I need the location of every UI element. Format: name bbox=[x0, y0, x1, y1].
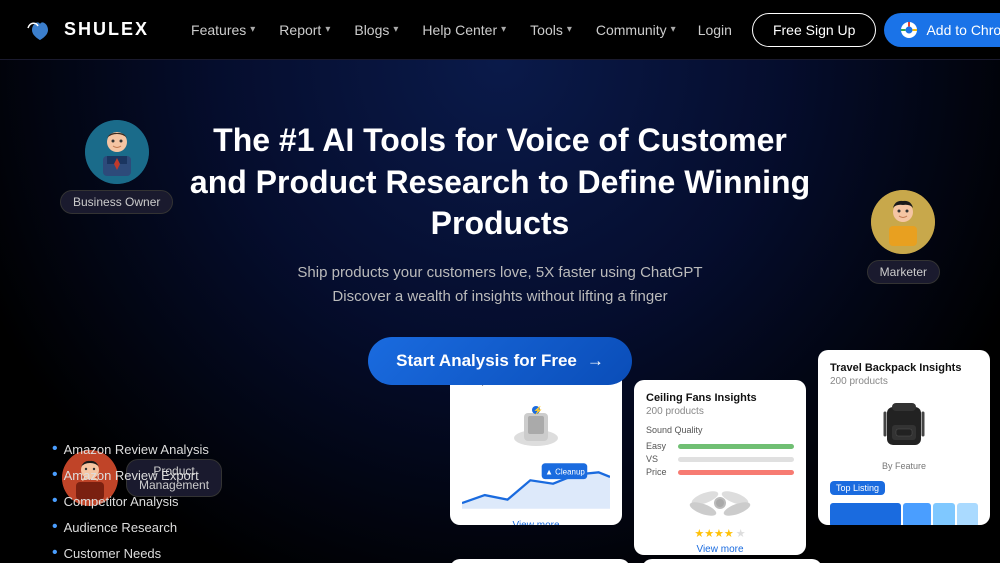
ceiling-fan-img bbox=[685, 483, 755, 523]
chevron-down-icon: ▾ bbox=[671, 24, 676, 35]
bullet-icon: • bbox=[52, 466, 58, 484]
neutral-bar bbox=[678, 457, 794, 462]
feature-item: • Audience Research bbox=[52, 518, 209, 536]
empty-card-slot bbox=[834, 559, 990, 563]
travel-backpack-card[interactable]: Travel Backpack Insights 200 products By… bbox=[818, 350, 990, 525]
feature-item: • Amazon Review Analysis bbox=[52, 440, 209, 458]
logo-text: SHULEX bbox=[64, 19, 149, 40]
feature-blocks-chart bbox=[830, 503, 978, 525]
chevron-down-icon: ▾ bbox=[250, 24, 255, 35]
feature-item: • Amazon Review Export bbox=[52, 466, 209, 484]
business-owner-label: Business Owner bbox=[60, 190, 173, 214]
backpack-img bbox=[879, 395, 929, 450]
sound-quality-label: Sound Quality bbox=[646, 425, 703, 435]
marketer-avatar: Marketer bbox=[867, 190, 940, 284]
chevron-down-icon: ▾ bbox=[393, 24, 398, 35]
green-bar bbox=[678, 444, 794, 449]
svg-text:▲ Cleanup: ▲ Cleanup bbox=[545, 468, 585, 477]
feature-item: • Competitor Analysis bbox=[52, 492, 209, 510]
chevron-down-icon: ▾ bbox=[501, 24, 506, 35]
block-1 bbox=[830, 503, 901, 525]
chrome-icon bbox=[900, 21, 918, 39]
card-title: Travel Backpack Insights bbox=[830, 362, 978, 374]
marketer-illustration bbox=[871, 190, 935, 254]
hero-content: The #1 AI Tools for Voice of Customerand… bbox=[170, 120, 830, 417]
bullet-icon: • bbox=[52, 544, 58, 562]
view-more-link[interactable]: View more bbox=[462, 520, 610, 525]
bullet-icon: • bbox=[52, 440, 58, 458]
bar-label-price: Price bbox=[646, 467, 674, 477]
bullet-icon: • bbox=[52, 492, 58, 510]
bar-label-vs: VS bbox=[646, 454, 674, 464]
baby-bouncer-card[interactable]: Baby Bouncer Insights 200 products bbox=[450, 559, 630, 563]
cards-row-2: Baby Bouncer Insights 200 products Camer… bbox=[440, 559, 1000, 563]
by-feature-label: By Feature bbox=[882, 461, 926, 471]
nav-tools[interactable]: Tools ▾ bbox=[520, 14, 582, 46]
block-4 bbox=[957, 503, 978, 525]
hero-title: The #1 AI Tools for Voice of Customerand… bbox=[170, 120, 830, 245]
bullet-icon: • bbox=[52, 518, 58, 536]
line-chart: ▲ Cleanup bbox=[462, 461, 610, 511]
feature-list: • Amazon Review Analysis • Amazon Review… bbox=[52, 440, 209, 563]
hero-subtitle: Ship products your customers love, 5X fa… bbox=[170, 261, 830, 309]
block-2 bbox=[903, 503, 931, 525]
nav-features[interactable]: Features ▾ bbox=[181, 14, 265, 46]
nav-community[interactable]: Community ▾ bbox=[586, 14, 686, 46]
nav-blogs[interactable]: Blogs ▾ bbox=[344, 14, 408, 46]
chevron-down-icon: ▾ bbox=[567, 24, 572, 35]
card-subtitle: 200 products bbox=[830, 376, 978, 387]
start-analysis-button[interactable]: Start Analysis for Free → bbox=[368, 337, 632, 385]
bar-label-easy: Easy bbox=[646, 441, 674, 451]
marketer-label: Marketer bbox=[867, 260, 940, 284]
navbar: SHULEX Features ▾ Report ▾ Blogs ▾ Help … bbox=[0, 0, 1000, 60]
camera-insights-card[interactable]: Camera Insights bbox=[642, 559, 822, 563]
block-3 bbox=[933, 503, 954, 525]
logo[interactable]: SHULEX bbox=[24, 14, 149, 46]
hero-section: Business Owner Marketer bbox=[0, 60, 1000, 563]
business-owner-avatar: Business Owner bbox=[60, 120, 173, 214]
nav-report[interactable]: Report ▾ bbox=[269, 14, 340, 46]
add-chrome-button[interactable]: Add to Chrome bbox=[884, 13, 1000, 47]
feature-item: • Customer Needs bbox=[52, 544, 209, 562]
feature-tag: Top Listing bbox=[830, 481, 885, 495]
nav-help-center[interactable]: Help Center ▾ bbox=[412, 14, 516, 46]
red-bar bbox=[678, 470, 794, 475]
business-owner-illustration bbox=[85, 120, 149, 184]
free-signup-button[interactable]: Free Sign Up bbox=[752, 13, 876, 47]
star-rating: ★★★★★ bbox=[646, 527, 794, 540]
chevron-down-icon: ▾ bbox=[325, 24, 330, 35]
view-more-link[interactable]: View more bbox=[646, 544, 794, 555]
login-link[interactable]: Login bbox=[686, 14, 744, 46]
nav-items: Features ▾ Report ▾ Blogs ▾ Help Center … bbox=[181, 14, 686, 46]
